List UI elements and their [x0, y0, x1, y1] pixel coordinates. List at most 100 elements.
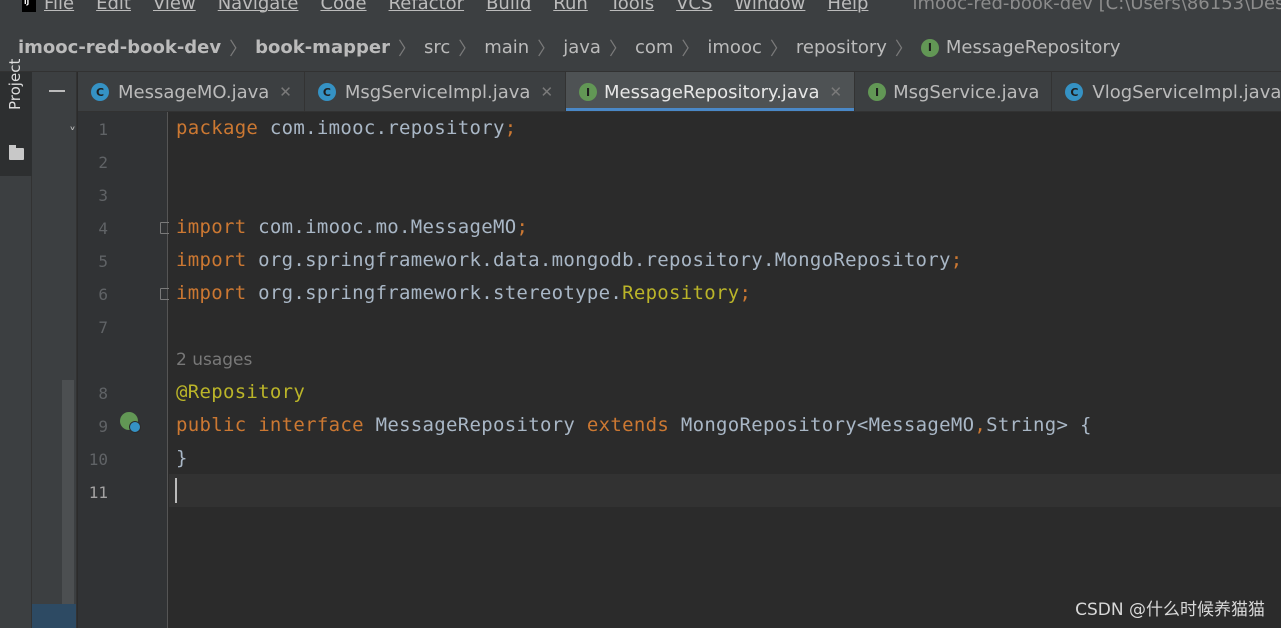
tab-label: VlogServiceImpl.java: [1092, 81, 1281, 103]
code-line-6: import org.springframework.stereotype.Re…: [176, 282, 751, 304]
tree-expand-arrow-icon[interactable]: ˅: [69, 126, 76, 142]
type-reference: MongoRepository<MessageMO: [680, 414, 975, 436]
keyword: import: [176, 216, 247, 238]
usages-inlay-hint[interactable]: 2 usages: [176, 350, 252, 370]
menu-edit[interactable]: Edit: [96, 0, 131, 14]
breadcrumb-item-repository[interactable]: repository: [796, 37, 887, 58]
breadcrumb: imooc-red-book-dev 〉 book-mapper 〉 src 〉…: [0, 24, 1281, 72]
line-number: 3: [98, 186, 108, 205]
keyword: package: [176, 117, 259, 139]
import-path: com.imooc.mo.MessageMO: [246, 216, 517, 238]
project-tool-window-button[interactable]: Project: [0, 59, 32, 176]
tab-label: MsgServiceImpl.java: [344, 81, 531, 103]
menu-items: File Edit View Navigate Code Refactor Bu…: [44, 0, 890, 14]
semicolon: ;: [504, 117, 517, 139]
breadcrumb-separator-icon: 〉: [397, 38, 416, 60]
interface-icon: I: [868, 83, 887, 101]
breadcrumb-separator-icon: 〉: [458, 38, 477, 60]
project-tab-label: Project: [6, 58, 24, 110]
menu-run[interactable]: Run: [553, 0, 588, 14]
tab-vlogserviceimpl[interactable]: C VlogServiceImpl.java ✕: [1052, 72, 1281, 111]
line-number: 1: [98, 120, 108, 139]
type-reference: String> {: [986, 414, 1092, 436]
keyword: import: [176, 282, 247, 304]
implemented-by-icon[interactable]: [120, 412, 141, 433]
editor-gutter[interactable]: 1 2 3 4 5 6 7 8 9 10 11: [78, 112, 171, 628]
code-editor[interactable]: package com.imooc.repository; import com…: [169, 112, 1281, 628]
close-icon[interactable]: ✕: [830, 83, 843, 101]
line-number: 5: [98, 252, 108, 271]
tab-messagemo[interactable]: C MessageMO.java ✕: [78, 72, 305, 111]
keyword: import: [176, 249, 247, 271]
interface-icon: I: [579, 83, 598, 101]
comma: ,: [974, 414, 987, 436]
tab-msgserviceimpl[interactable]: C MsgServiceImpl.java ✕: [305, 72, 567, 111]
project-panel-scrollbar[interactable]: [62, 380, 74, 628]
breadcrumb-item-com[interactable]: com: [635, 37, 673, 58]
package-name: com.imooc.repository: [258, 117, 505, 139]
breadcrumb-item-src[interactable]: src: [424, 37, 450, 58]
code-line-9: public interface MessageRepository exten…: [176, 414, 1092, 436]
breadcrumb-item-file[interactable]: I MessageRepository: [920, 37, 1121, 58]
interface-name: MessageRepository: [375, 414, 576, 436]
import-path: org.springframework.data.mongodb.reposit…: [246, 249, 951, 271]
close-icon[interactable]: ✕: [540, 83, 553, 101]
project-panel: ˅: [32, 72, 77, 628]
breadcrumb-separator-icon: 〉: [608, 38, 627, 60]
breadcrumb-item-main[interactable]: main: [484, 37, 529, 58]
watermark: CSDN @什么时候养猫猫: [1075, 600, 1265, 620]
code-line-8: @Repository: [176, 381, 305, 403]
current-line-highlight: [169, 474, 1281, 507]
breadcrumb-separator-icon: 〉: [894, 38, 913, 60]
menu-navigate[interactable]: Navigate: [218, 0, 299, 14]
menu-view[interactable]: View: [153, 0, 196, 14]
keyword: extends: [586, 414, 670, 436]
semicolon: ;: [739, 282, 752, 304]
code-line-5: import org.springframework.data.mongodb.…: [176, 249, 963, 271]
breadcrumb-item-imooc[interactable]: imooc: [707, 37, 761, 58]
annotation: @Repository: [176, 381, 306, 403]
menu-file[interactable]: File: [44, 0, 74, 14]
menu-build[interactable]: Build: [486, 0, 531, 14]
closing-brace: }: [176, 447, 188, 469]
menu-tools[interactable]: Tools: [610, 0, 654, 14]
close-icon[interactable]: ✕: [279, 83, 292, 101]
class-icon: C: [317, 83, 336, 101]
line-number: 8: [98, 384, 108, 403]
tab-msgservice[interactable]: I MsgService.java: [855, 72, 1053, 111]
text-caret: [175, 478, 177, 503]
breadcrumb-file-label: MessageRepository: [945, 37, 1121, 58]
tab-label: MessageMO.java: [118, 81, 270, 103]
breadcrumb-item-java[interactable]: java: [563, 37, 601, 58]
code-line-10: }: [176, 447, 188, 469]
line-number: 7: [98, 318, 108, 337]
line-number: 9: [98, 417, 108, 436]
class-icon: C: [1065, 83, 1084, 101]
line-number: 4: [98, 219, 108, 238]
breadcrumb-separator-icon: 〉: [681, 38, 700, 60]
menu-code[interactable]: Code: [320, 0, 366, 14]
breadcrumb-item-project[interactable]: imooc-red-book-dev: [18, 37, 221, 58]
project-tree-selection[interactable]: [32, 604, 76, 628]
class-icon: C: [91, 83, 109, 101]
tab-label: MessageRepository.java: [604, 81, 820, 103]
annotation-class: Repository: [622, 282, 740, 304]
line-number: 2: [98, 153, 108, 172]
menu-bar: IJ File Edit View Navigate Code Refactor…: [0, 0, 1281, 24]
line-number: 6: [98, 285, 108, 304]
menu-window[interactable]: Window: [734, 0, 805, 14]
menu-vcs[interactable]: VCS: [676, 0, 712, 14]
minimize-icon[interactable]: [49, 90, 65, 92]
import-path: org.springframework.stereotype.: [246, 282, 623, 304]
tool-window-strip: Project: [0, 59, 32, 628]
tab-messagerepository[interactable]: I MessageRepository.java ✕: [566, 72, 856, 111]
breadcrumb-item-module[interactable]: book-mapper: [255, 37, 390, 58]
window-title: imooc-red-book-dev [C:\Users\86153\Deskt…: [912, 0, 1281, 14]
semicolon: ;: [950, 249, 963, 271]
line-number-current: 11: [88, 483, 108, 502]
editor-tab-bar: C MessageMO.java ✕ C MsgServiceImpl.java…: [78, 72, 1281, 112]
menu-help[interactable]: Help: [827, 0, 868, 14]
interface-icon: I: [920, 38, 939, 57]
code-line-1: package com.imooc.repository;: [176, 117, 516, 139]
menu-refactor[interactable]: Refactor: [389, 0, 465, 14]
